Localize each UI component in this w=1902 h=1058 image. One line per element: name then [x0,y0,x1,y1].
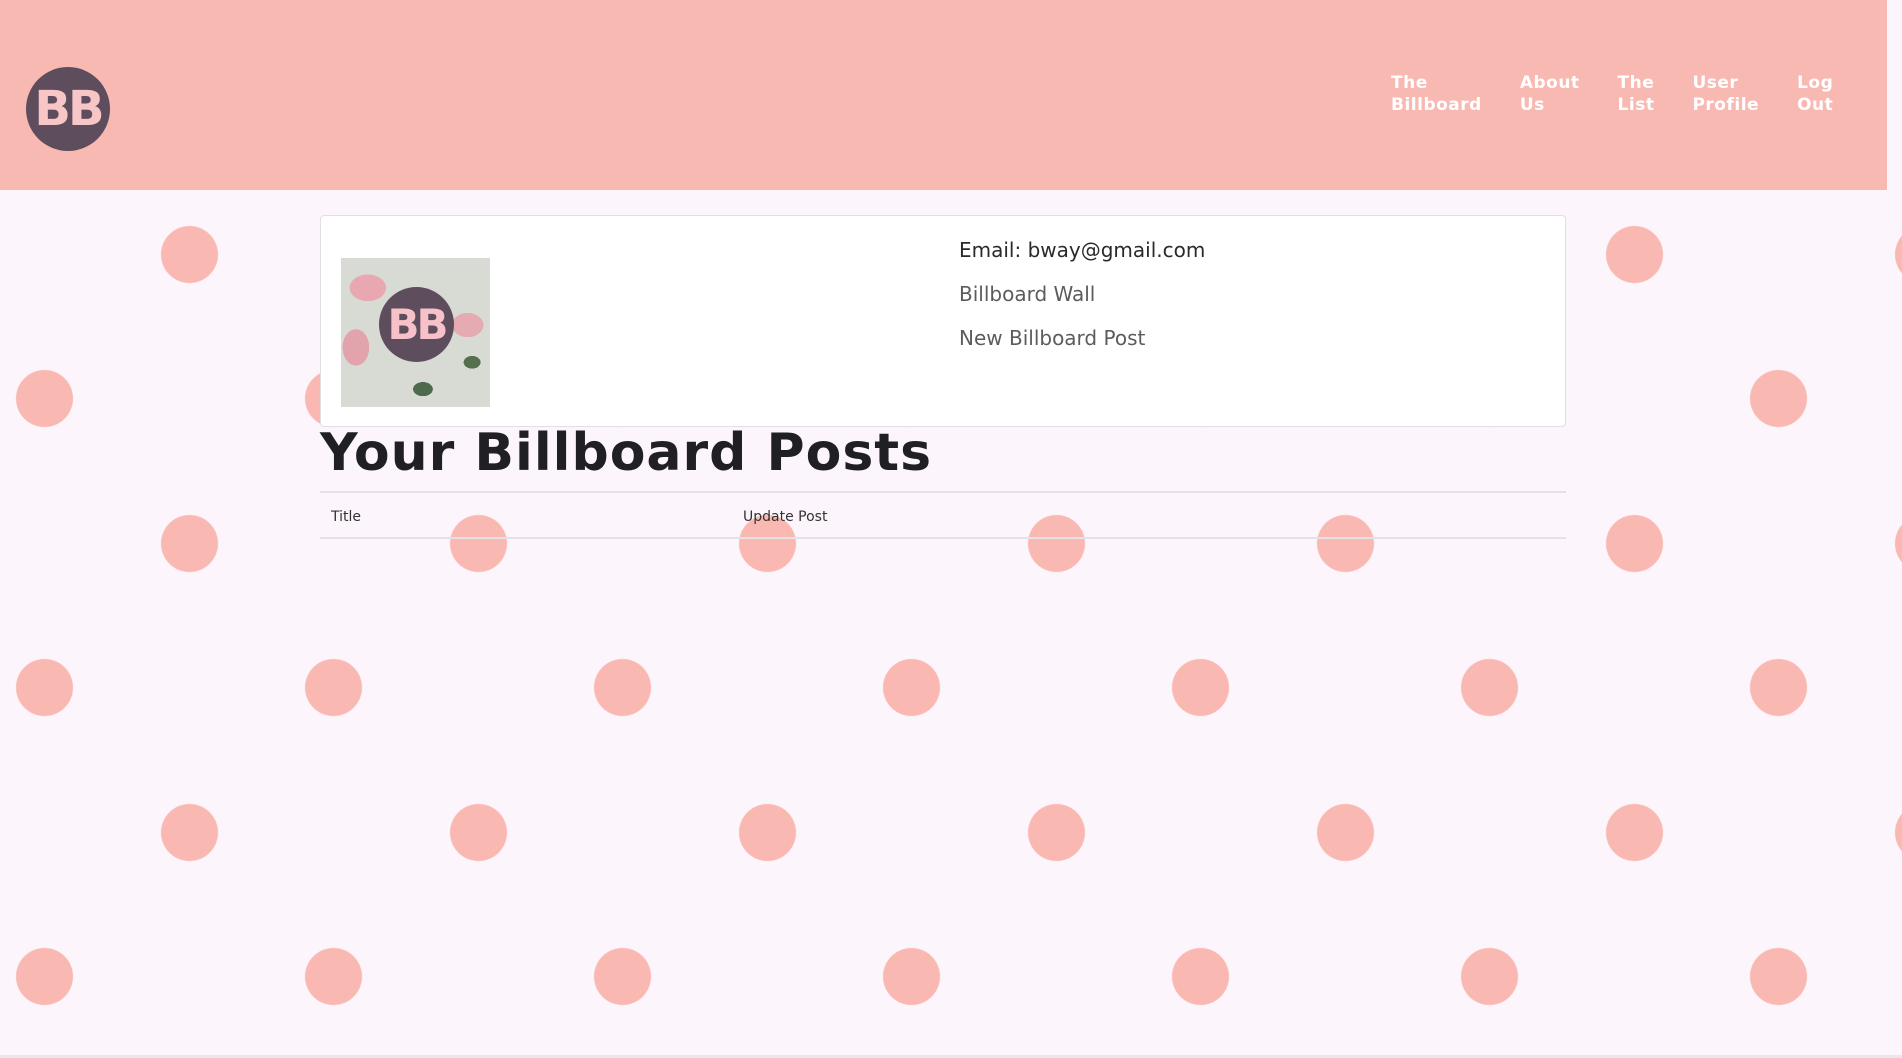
main-nav: The Billboard About Us The List User Pro… [1391,72,1871,116]
billboard-wall-link[interactable]: Billboard Wall [959,282,1205,306]
table-header-title: Title [331,509,362,525]
posts-table: Title Update Post [320,491,1566,539]
profile-card: BB Email: bway@gmail.com Billboard Wall … [320,215,1566,427]
table-header-update-post: Update Post [743,509,828,525]
profile-image: BB [341,258,490,407]
top-navbar: BB The Billboard About Us The List User … [0,0,1887,190]
logo-text: BB [34,81,104,137]
profile-info: Email: bway@gmail.com Billboard Wall New… [959,238,1205,370]
nav-link-the-billboard[interactable]: The Billboard [1391,72,1482,116]
page-title: Your Billboard Posts [320,423,933,483]
site-logo[interactable]: BB [26,67,110,151]
profile-email: Email: bway@gmail.com [959,238,1206,262]
profile-image-logo: BB [379,287,454,362]
nav-link-the-list[interactable]: The List [1618,72,1655,116]
nav-link-log-out[interactable]: Log Out [1797,72,1833,116]
new-billboard-post-link[interactable]: New Billboard Post [959,326,1205,350]
nav-link-about-us[interactable]: About Us [1520,72,1580,116]
nav-link-user-profile[interactable]: User Profile [1692,72,1759,116]
profile-image-logo-text: BB [387,300,448,349]
